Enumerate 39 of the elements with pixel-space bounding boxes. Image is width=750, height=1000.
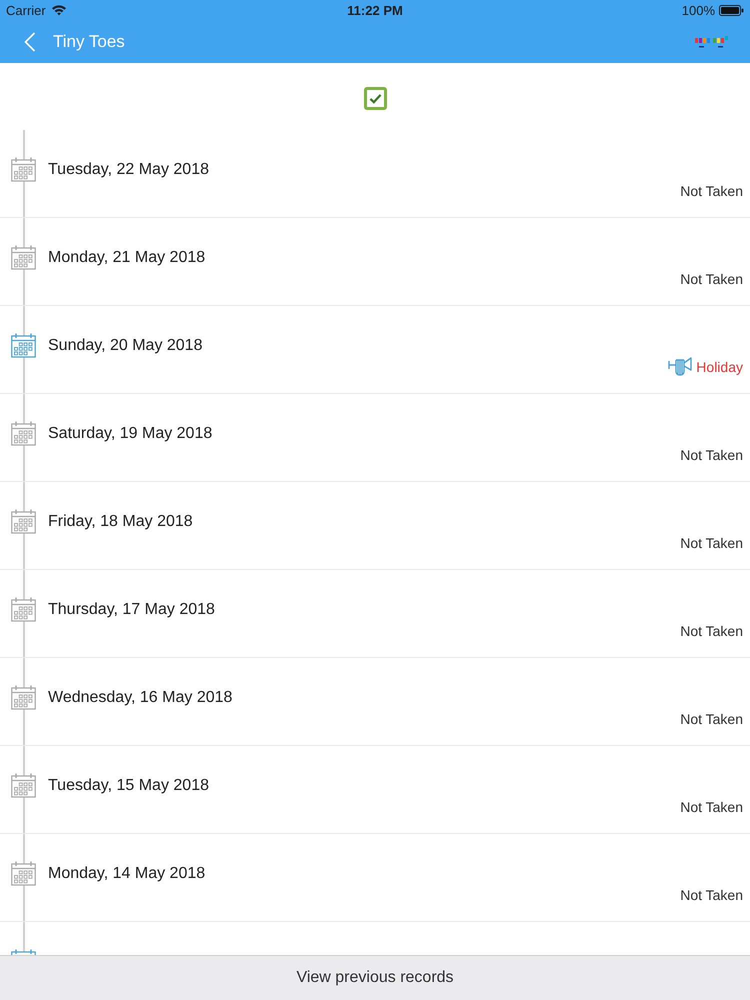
record-date: Friday, 18 May 2018 xyxy=(48,512,194,532)
record-status: Not Taken xyxy=(680,798,743,816)
battery-icon xyxy=(719,4,744,16)
record-date: Saturday, 19 May 2018 xyxy=(48,424,214,444)
record-status: Not Taken xyxy=(680,622,743,640)
record-row[interactable]: Thursday, 17 May 2018 Not Taken xyxy=(0,570,750,658)
record-row[interactable]: Saturday, 19 May 2018 Not Taken xyxy=(0,394,750,482)
record-status: Not Taken xyxy=(680,270,743,288)
record-status: Not Taken xyxy=(680,886,743,904)
screen-title: Tiny Toes xyxy=(53,32,125,52)
record-date: Monday, 21 May 2018 xyxy=(48,248,206,268)
record-row[interactable]: Tuesday, 15 May 2018 Not Taken xyxy=(0,746,750,834)
horn-icon xyxy=(668,357,692,377)
filter-checkbox[interactable] xyxy=(364,87,386,110)
tick-icon xyxy=(368,93,382,104)
record-status: Not Taken xyxy=(680,182,743,200)
battery-percent: 100% xyxy=(682,2,715,18)
record-row[interactable]: Wednesday, 16 May 2018 Not Taken xyxy=(0,658,750,746)
record-status: Not Taken xyxy=(680,534,743,552)
carrier-label: Carrier xyxy=(6,2,46,18)
record-date: Monday, 14 May 2018 xyxy=(48,864,206,884)
clock-label: 11:22 PM xyxy=(347,2,403,18)
record-date: Tuesday, 22 May 2018 xyxy=(48,160,210,180)
record-row[interactable]: Monday, 14 May 2018 Not Taken xyxy=(0,834,750,922)
record-date: Thursday, 17 May 2018 xyxy=(48,600,216,620)
record-date: Tuesday, 15 May 2018 xyxy=(48,776,210,796)
record-row[interactable]: Friday, 18 May 2018 Not Taken xyxy=(0,482,750,570)
view-previous-records-button[interactable]: View previous records xyxy=(0,955,750,1000)
record-date: Sunday, 20 May 2018 xyxy=(48,336,204,356)
wifi-icon xyxy=(50,4,67,16)
record-row[interactable]: Monday, 21 May 2018 Not Taken xyxy=(0,218,750,306)
record-status: Not Taken xyxy=(680,710,743,728)
record-status: Not Taken xyxy=(680,446,743,464)
record-row[interactable]: Tuesday, 22 May 2018 Not Taken xyxy=(0,130,750,218)
record-row[interactable]: Sunday, 20 May 2018 Holiday xyxy=(0,306,750,394)
record-date: Wednesday, 16 May 2018 xyxy=(48,688,234,708)
chevron-left-icon xyxy=(24,32,36,52)
record-status: Holiday xyxy=(696,358,743,376)
logo-icon xyxy=(694,34,730,50)
